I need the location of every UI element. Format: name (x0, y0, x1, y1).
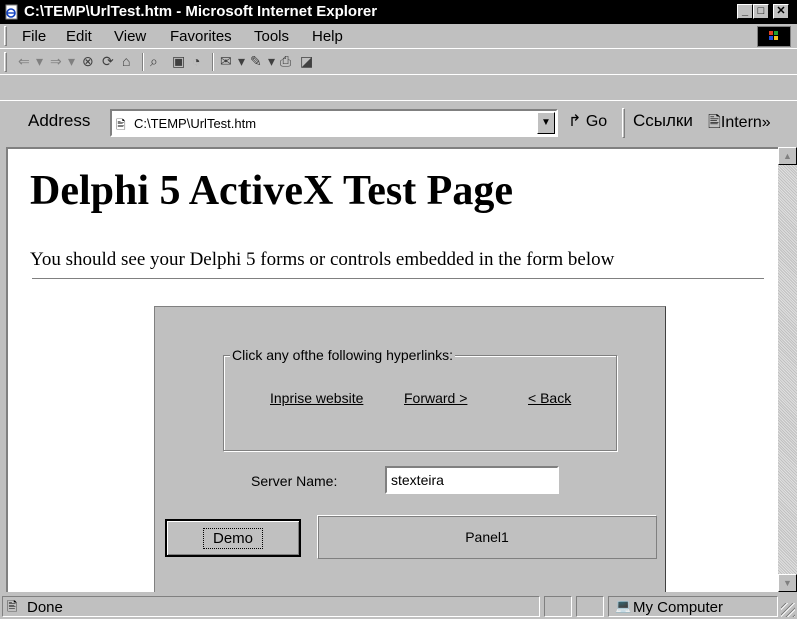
resize-grip-icon[interactable] (781, 603, 795, 617)
server-name-label: Server Name: (251, 473, 338, 489)
menu-grip[interactable] (4, 26, 7, 46)
address-label: Address (28, 111, 91, 130)
links-label[interactable]: Ссылки (633, 111, 693, 131)
panel1: Panel1 (317, 515, 657, 559)
inprise-website-link[interactable]: Inprise website (270, 390, 363, 406)
ie-page-icon (5, 4, 18, 20)
menu-bar: File Edit View Favorites Tools Help (0, 24, 797, 48)
hyperlinks-groupbox: Click any ofthe following hyperlinks: In… (223, 347, 617, 451)
zone-panel: 💻 My Computer (608, 596, 778, 617)
home-icon[interactable]: ⌂ (122, 53, 130, 69)
search-icon[interactable]: ⌕ (150, 53, 158, 70)
status-panel: 🖹 Done (2, 596, 540, 617)
horizontal-rule (32, 278, 764, 280)
edit-dropdown-icon[interactable]: ▾ (268, 53, 275, 70)
demo-button[interactable]: Demo (165, 519, 301, 557)
links-item-label[interactable]: Intern (721, 114, 762, 131)
page-viewport: Delphi 5 ActiveX Test Page You should se… (6, 147, 778, 592)
minimize-button[interactable]: _ (737, 4, 753, 19)
toolbar-band (0, 74, 797, 100)
history-icon[interactable]: ◔ (192, 53, 200, 69)
chevron-more-icon[interactable]: » (762, 114, 771, 131)
back-link[interactable]: < Back (528, 390, 571, 406)
activex-form: Click any ofthe following hyperlinks: In… (154, 306, 666, 592)
menu-edit[interactable]: Edit (66, 28, 92, 45)
edit-icon[interactable]: ✎ (250, 53, 262, 70)
favorites-icon[interactable]: ▣ (172, 53, 185, 70)
status-cell (544, 596, 572, 617)
back-dropdown-icon[interactable]: ▾ (36, 53, 43, 70)
computer-icon: 💻 (615, 598, 632, 613)
maximize-button[interactable]: □ (753, 4, 769, 19)
go-label: Go (585, 113, 608, 130)
status-bar: 🖹 Done 💻 My Computer (0, 594, 797, 619)
back-icon[interactable]: ⇐ (18, 53, 30, 70)
toolbar-separator (212, 53, 214, 71)
go-button[interactable]: ↱ Go (568, 111, 607, 131)
groupbox-caption: Click any ofthe following hyperlinks: (230, 347, 455, 363)
standard-toolbar: ⇐ ▾ ⇒ ▾ ⊗ ⟳ ⌂ ⌕ ▣ ◔ ✉ ▾ ✎ ▾ ⎙ ◪ (0, 48, 797, 74)
refresh-icon[interactable]: ⟳ (102, 53, 114, 70)
ie-page-icon: 🖹 (708, 114, 721, 131)
go-arrow-icon: ↱ (568, 113, 582, 130)
toolbar-grip[interactable] (4, 52, 7, 72)
address-field[interactable]: 🖹 C:\TEMP\UrlTest.htm ▼ (110, 109, 558, 137)
page-description: You should see your Delphi 5 forms or co… (30, 249, 615, 270)
scroll-down-icon[interactable]: ▼ (778, 574, 797, 592)
window-title: C:\TEMP\UrlTest.htm - Microsoft Internet… (24, 3, 378, 20)
zone-text: My Computer (633, 599, 724, 616)
discuss-icon[interactable]: ◪ (300, 53, 313, 70)
status-text: Done (27, 599, 63, 616)
links-item[interactable]: 🖹Intern» (708, 111, 771, 138)
scroll-up-icon[interactable]: ▲ (778, 147, 797, 165)
page-title: Delphi 5 ActiveX Test Page (30, 168, 513, 214)
menu-tools[interactable]: Tools (254, 28, 289, 45)
address-value[interactable]: C:\TEMP\UrlTest.htm (134, 116, 256, 131)
status-cell (576, 596, 604, 617)
ie-page-icon: 🖹 (116, 118, 126, 132)
menu-file[interactable]: File (22, 28, 46, 45)
forward-link[interactable]: Forward > (404, 390, 467, 406)
title-bar: C:\TEMP\UrlTest.htm - Microsoft Internet… (0, 0, 797, 24)
ie-page-icon: 🖹 (7, 599, 18, 614)
forward-dropdown-icon[interactable]: ▾ (68, 53, 75, 70)
mail-icon[interactable]: ✉ (220, 53, 232, 70)
vertical-scrollbar[interactable]: ▲ ▼ (778, 147, 797, 592)
forward-icon[interactable]: ⇒ (50, 53, 62, 70)
server-name-input[interactable] (385, 466, 559, 494)
windows-logo-icon (757, 26, 791, 47)
stop-icon[interactable]: ⊗ (82, 53, 94, 70)
print-icon[interactable]: ⎙ (280, 53, 291, 70)
demo-button-label: Demo (202, 527, 263, 549)
address-dropdown-button[interactable]: ▼ (537, 112, 555, 134)
mail-dropdown-icon[interactable]: ▾ (238, 53, 245, 70)
menu-favorites[interactable]: Favorites (170, 28, 232, 45)
menu-view[interactable]: View (114, 28, 146, 45)
links-grip[interactable] (622, 108, 625, 138)
menu-help[interactable]: Help (312, 28, 343, 45)
toolbar-separator (142, 53, 144, 71)
close-button[interactable]: ✕ (773, 4, 789, 19)
windows-flag-icon (769, 31, 778, 40)
